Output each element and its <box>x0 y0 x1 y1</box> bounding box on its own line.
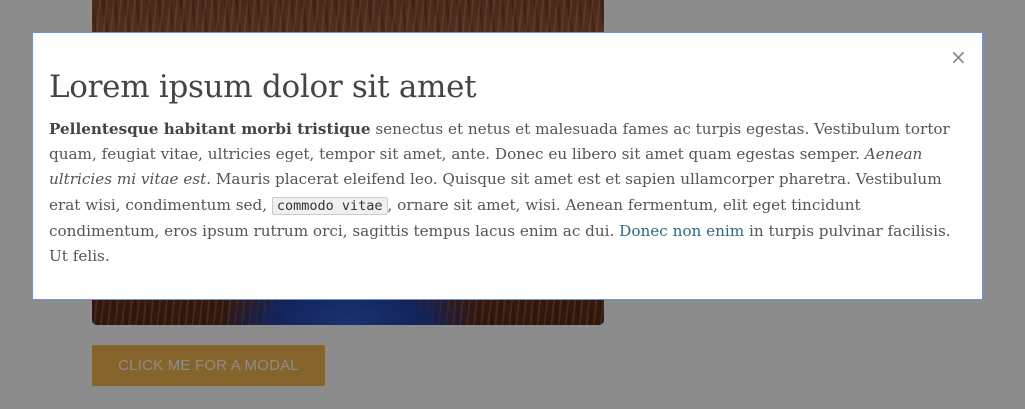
bold-lead-text: Pellentesque habitant morbi tristique <box>49 120 371 138</box>
modal-body-text: Pellentesque habitant morbi tristique se… <box>49 117 966 269</box>
close-icon[interactable]: × <box>950 43 967 71</box>
body-link[interactable]: Donec non enim <box>619 222 744 240</box>
modal-title: Lorem ipsum dolor sit amet <box>49 69 477 105</box>
modal-dialog: × Lorem ipsum dolor sit amet Pellentesqu… <box>32 32 983 300</box>
inline-code: commodo vitae <box>271 196 388 215</box>
